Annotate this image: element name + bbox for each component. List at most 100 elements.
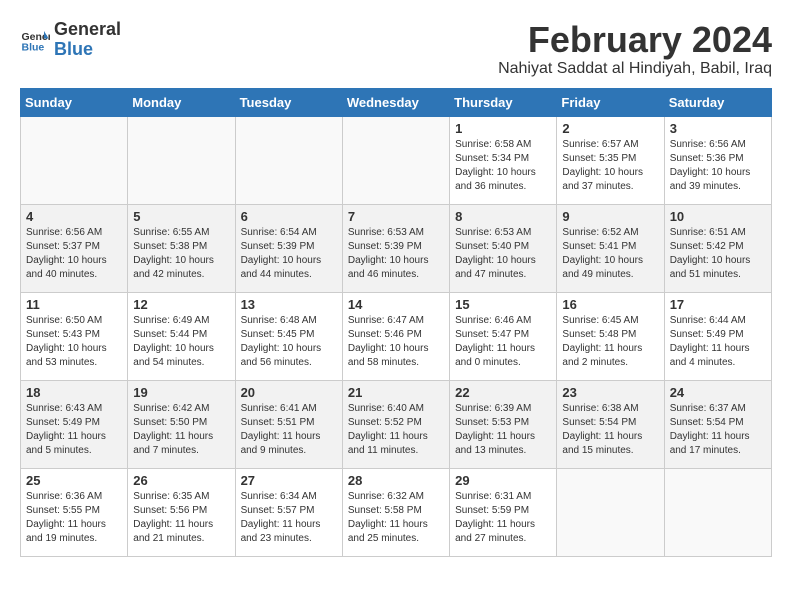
day-info: Sunrise: 6:55 AM Sunset: 5:38 PM Dayligh… xyxy=(133,226,229,282)
day-number: 14 xyxy=(348,297,444,312)
day-number: 1 xyxy=(455,121,551,136)
calendar-cell xyxy=(557,468,664,556)
day-number: 25 xyxy=(26,473,122,488)
calendar-table: SundayMondayTuesdayWednesdayThursdayFrid… xyxy=(20,88,772,557)
day-number: 20 xyxy=(241,385,337,400)
day-number: 12 xyxy=(133,297,229,312)
day-info: Sunrise: 6:49 AM Sunset: 5:44 PM Dayligh… xyxy=(133,314,229,370)
calendar-cell: 25 Sunrise: 6:36 AM Sunset: 5:55 PM Dayli… xyxy=(21,468,128,556)
calendar-cell: 26 Sunrise: 6:35 AM Sunset: 5:56 PM Dayli… xyxy=(128,468,235,556)
day-info: Sunrise: 6:34 AM Sunset: 5:57 PM Dayligh… xyxy=(241,490,337,546)
day-info: Sunrise: 6:32 AM Sunset: 5:58 PM Dayligh… xyxy=(348,490,444,546)
calendar-cell: 9 Sunrise: 6:52 AM Sunset: 5:41 PM Daylig… xyxy=(557,204,664,292)
day-info: Sunrise: 6:44 AM Sunset: 5:49 PM Dayligh… xyxy=(670,314,766,370)
weekday-header-friday: Friday xyxy=(557,88,664,116)
weekday-header-sunday: Sunday xyxy=(21,88,128,116)
calendar-cell: 20 Sunrise: 6:41 AM Sunset: 5:51 PM Dayli… xyxy=(235,380,342,468)
day-info: Sunrise: 6:36 AM Sunset: 5:55 PM Dayligh… xyxy=(26,490,122,546)
day-info: Sunrise: 6:43 AM Sunset: 5:49 PM Dayligh… xyxy=(26,402,122,458)
day-info: Sunrise: 6:42 AM Sunset: 5:50 PM Dayligh… xyxy=(133,402,229,458)
week-row-1: 1 Sunrise: 6:58 AM Sunset: 5:34 PM Daylig… xyxy=(21,116,772,204)
day-number: 17 xyxy=(670,297,766,312)
calendar-cell: 15Sunrise: 6:46 AM Sunset: 5:47 PM Dayli… xyxy=(450,292,557,380)
day-number: 29 xyxy=(455,473,551,488)
logo-text: General Blue xyxy=(54,20,121,60)
calendar-cell: 19 Sunrise: 6:42 AM Sunset: 5:50 PM Dayli… xyxy=(128,380,235,468)
day-number: 16 xyxy=(562,297,658,312)
day-number: 5 xyxy=(133,209,229,224)
calendar-cell: 11Sunrise: 6:50 AM Sunset: 5:43 PM Dayli… xyxy=(21,292,128,380)
day-number: 15 xyxy=(455,297,551,312)
day-number: 2 xyxy=(562,121,658,136)
weekday-header-saturday: Saturday xyxy=(664,88,771,116)
week-row-4: 18 Sunrise: 6:43 AM Sunset: 5:49 PM Dayli… xyxy=(21,380,772,468)
calendar-cell: 16 Sunrise: 6:45 AM Sunset: 5:48 PM Dayli… xyxy=(557,292,664,380)
day-info: Sunrise: 6:45 AM Sunset: 5:48 PM Dayligh… xyxy=(562,314,658,370)
calendar-cell: 14 Sunrise: 6:47 AM Sunset: 5:46 PM Dayli… xyxy=(342,292,449,380)
day-info: Sunrise: 6:54 AM Sunset: 5:39 PM Dayligh… xyxy=(241,226,337,282)
logo-line2: Blue xyxy=(54,40,121,60)
day-info: Sunrise: 6:51 AM Sunset: 5:42 PM Dayligh… xyxy=(670,226,766,282)
calendar-cell: 2Sunrise: 6:57 AM Sunset: 5:35 PM Daylig… xyxy=(557,116,664,204)
day-info: Sunrise: 6:56 AM Sunset: 5:37 PM Dayligh… xyxy=(26,226,122,282)
week-row-3: 11Sunrise: 6:50 AM Sunset: 5:43 PM Dayli… xyxy=(21,292,772,380)
calendar-cell: 6 Sunrise: 6:54 AM Sunset: 5:39 PM Daylig… xyxy=(235,204,342,292)
calendar-cell: 22Sunrise: 6:39 AM Sunset: 5:53 PM Dayli… xyxy=(450,380,557,468)
day-number: 21 xyxy=(348,385,444,400)
calendar-cell xyxy=(21,116,128,204)
day-number: 10 xyxy=(670,209,766,224)
calendar-cell: 21 Sunrise: 6:40 AM Sunset: 5:52 PM Dayli… xyxy=(342,380,449,468)
month-title: February 2024 xyxy=(498,20,772,60)
day-number: 9 xyxy=(562,209,658,224)
day-info: Sunrise: 6:56 AM Sunset: 5:36 PM Dayligh… xyxy=(670,138,766,194)
logo-icon: General Blue xyxy=(20,25,50,55)
weekday-header-thursday: Thursday xyxy=(450,88,557,116)
calendar-cell: 18 Sunrise: 6:43 AM Sunset: 5:49 PM Dayli… xyxy=(21,380,128,468)
calendar-cell: 7Sunrise: 6:53 AM Sunset: 5:39 PM Daylig… xyxy=(342,204,449,292)
calendar-cell xyxy=(664,468,771,556)
calendar-cell: 12 Sunrise: 6:49 AM Sunset: 5:44 PM Dayli… xyxy=(128,292,235,380)
calendar-cell: 3Sunrise: 6:56 AM Sunset: 5:36 PM Daylig… xyxy=(664,116,771,204)
calendar-cell xyxy=(342,116,449,204)
day-info: Sunrise: 6:50 AM Sunset: 5:43 PM Dayligh… xyxy=(26,314,122,370)
day-number: 27 xyxy=(241,473,337,488)
calendar-cell: 10 Sunrise: 6:51 AM Sunset: 5:42 PM Dayli… xyxy=(664,204,771,292)
calendar-cell: 29 Sunrise: 6:31 AM Sunset: 5:59 PM Dayli… xyxy=(450,468,557,556)
location-title: Nahiyat Saddat al Hindiyah, Babil, Iraq xyxy=(498,60,772,78)
day-info: Sunrise: 6:58 AM Sunset: 5:34 PM Dayligh… xyxy=(455,138,551,194)
calendar-cell: 17 Sunrise: 6:44 AM Sunset: 5:49 PM Dayli… xyxy=(664,292,771,380)
calendar-cell: 8Sunrise: 6:53 AM Sunset: 5:40 PM Daylig… xyxy=(450,204,557,292)
day-number: 23 xyxy=(562,385,658,400)
calendar-cell: 4 Sunrise: 6:56 AM Sunset: 5:37 PM Daylig… xyxy=(21,204,128,292)
calendar-cell: 5 Sunrise: 6:55 AM Sunset: 5:38 PM Daylig… xyxy=(128,204,235,292)
week-row-5: 25 Sunrise: 6:36 AM Sunset: 5:55 PM Dayli… xyxy=(21,468,772,556)
weekday-header-wednesday: Wednesday xyxy=(342,88,449,116)
day-number: 19 xyxy=(133,385,229,400)
day-info: Sunrise: 6:52 AM Sunset: 5:41 PM Dayligh… xyxy=(562,226,658,282)
weekday-header-monday: Monday xyxy=(128,88,235,116)
weekday-header-row: SundayMondayTuesdayWednesdayThursdayFrid… xyxy=(21,88,772,116)
day-info: Sunrise: 6:37 AM Sunset: 5:54 PM Dayligh… xyxy=(670,402,766,458)
weekday-header-tuesday: Tuesday xyxy=(235,88,342,116)
calendar-cell xyxy=(128,116,235,204)
day-number: 28 xyxy=(348,473,444,488)
day-info: Sunrise: 6:47 AM Sunset: 5:46 PM Dayligh… xyxy=(348,314,444,370)
day-number: 4 xyxy=(26,209,122,224)
calendar-cell: 24 Sunrise: 6:37 AM Sunset: 5:54 PM Dayli… xyxy=(664,380,771,468)
day-info: Sunrise: 6:39 AM Sunset: 5:53 PM Dayligh… xyxy=(455,402,551,458)
calendar-cell: 13Sunrise: 6:48 AM Sunset: 5:45 PM Dayli… xyxy=(235,292,342,380)
day-number: 26 xyxy=(133,473,229,488)
day-number: 13 xyxy=(241,297,337,312)
day-info: Sunrise: 6:31 AM Sunset: 5:59 PM Dayligh… xyxy=(455,490,551,546)
calendar-cell: 28 Sunrise: 6:32 AM Sunset: 5:58 PM Dayli… xyxy=(342,468,449,556)
day-number: 24 xyxy=(670,385,766,400)
day-info: Sunrise: 6:35 AM Sunset: 5:56 PM Dayligh… xyxy=(133,490,229,546)
day-info: Sunrise: 6:41 AM Sunset: 5:51 PM Dayligh… xyxy=(241,402,337,458)
day-info: Sunrise: 6:40 AM Sunset: 5:52 PM Dayligh… xyxy=(348,402,444,458)
day-info: Sunrise: 6:53 AM Sunset: 5:39 PM Dayligh… xyxy=(348,226,444,282)
logo-line1: General xyxy=(54,20,121,40)
day-number: 18 xyxy=(26,385,122,400)
day-number: 6 xyxy=(241,209,337,224)
page-header: General Blue General Blue February 2024 … xyxy=(20,20,772,78)
calendar-cell xyxy=(235,116,342,204)
